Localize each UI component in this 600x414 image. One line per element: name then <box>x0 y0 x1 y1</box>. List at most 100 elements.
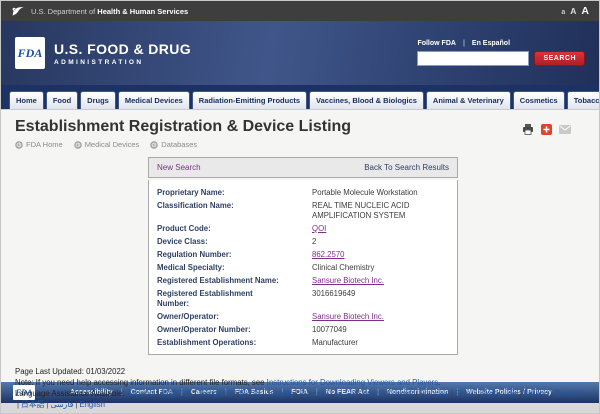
registered-establishment-name-link[interactable]: Sansure Biotech Inc. <box>312 276 384 286</box>
field-value: 3016619649 <box>312 289 355 309</box>
field-value: Portable Molecule Workstation <box>312 188 418 198</box>
breadcrumb-bullet-icon <box>15 141 23 149</box>
tab-home[interactable]: Home <box>9 91 44 109</box>
breadcrumb-label: Medical Devices <box>85 140 140 149</box>
table-row-registered-establishment-number: Registered Establishment Number: 3016619… <box>157 287 449 310</box>
breadcrumb-label: Databases <box>161 140 197 149</box>
field-label: Regulation Number: <box>157 250 312 260</box>
language-link-vietnamese[interactable]: Tiếng Việt <box>192 389 233 398</box>
table-row-owner-operator-number: Owner/Operator Number: 10077049 <box>157 323 449 336</box>
last-updated-text: Page Last Updated: 01/03/2022 <box>15 366 585 377</box>
search-button[interactable]: SEARCH <box>534 51 585 66</box>
field-value: REAL TIME NUCLEIC ACID AMPLIFICATION SYS… <box>312 201 449 221</box>
en-espanol-link[interactable]: En Español <box>472 40 510 47</box>
field-label: Product Code: <box>157 224 312 234</box>
language-link-german[interactable]: Deutsch <box>549 389 584 398</box>
tab-food[interactable]: Food <box>46 91 78 109</box>
table-row-classification-name: Classification Name: REAL TIME NUCLEIC A… <box>157 199 449 222</box>
field-label: Establishment Operations: <box>157 338 312 348</box>
fda-logo-text: FDA <box>18 46 43 61</box>
header-utilities: Follow FDA | En Español SEARCH <box>417 40 585 66</box>
language-link-arabic[interactable]: العربية <box>329 389 356 398</box>
language-link-tagalog[interactable]: Tagalog <box>260 389 293 398</box>
search-input[interactable] <box>417 51 529 66</box>
hhs-branding[interactable]: U.S. Department of Health & Human Servic… <box>11 5 188 18</box>
field-label: Medical Specialty: <box>157 263 312 273</box>
language-assistance-label: Language Assistance Available: <box>15 389 127 398</box>
tab-tobacco-products[interactable]: Tobacco Products <box>567 91 600 109</box>
hhs-department-text: U.S. Department of Health & Human Servic… <box>31 7 188 16</box>
new-search-link[interactable]: New Search <box>157 163 201 172</box>
language-link-english[interactable]: English <box>73 400 105 409</box>
breadcrumb: FDA Home Medical Devices Databases <box>15 140 585 149</box>
language-link-chinese[interactable]: 繁體中文 <box>155 389 192 398</box>
field-label: Owner/Operator Number: <box>157 325 312 335</box>
header-links: Follow FDA | En Español <box>417 40 510 47</box>
language-link-espanol[interactable]: Español <box>127 389 155 398</box>
tab-cosmetics[interactable]: Cosmetics <box>513 91 565 109</box>
agency-subtitle: ADMINISTRATION <box>54 59 191 66</box>
language-link-italian[interactable]: Italiano <box>517 389 548 398</box>
agency-title: U.S. FOOD & DRUG <box>54 41 191 57</box>
language-assistance: Language Assistance Available: Español繁體… <box>15 388 585 410</box>
hhs-eagle-icon <box>11 5 25 18</box>
breadcrumb-bullet-icon <box>150 141 158 149</box>
language-link-portuguese[interactable]: Português <box>476 389 518 398</box>
language-link-polish[interactable]: Polski <box>449 389 476 398</box>
hhs-top-bar: U.S. Department of Health & Human Servic… <box>1 1 599 21</box>
device-listing-table: New Search Back To Search Results Propri… <box>148 157 458 355</box>
field-label: Owner/Operator: <box>157 312 312 322</box>
downloading-viewers-link[interactable]: Instructions for Downloading Viewers and… <box>267 378 438 387</box>
breadcrumb-databases[interactable]: Databases <box>150 140 197 149</box>
tab-animal-veterinary[interactable]: Animal & Veterinary <box>426 91 511 109</box>
hhs-dept-prefix: U.S. Department of <box>31 7 95 16</box>
product-code-link[interactable]: QOI <box>312 224 326 234</box>
field-label: Proprietary Name: <box>157 188 312 198</box>
breadcrumb-bullet-icon <box>74 141 82 149</box>
language-link-kreyol[interactable]: Kreyòl Ayisyen <box>356 389 413 398</box>
hhs-dept-bold: Health & Human Services <box>97 7 188 16</box>
back-to-search-results-link[interactable]: Back To Search Results <box>364 163 449 172</box>
breadcrumb-medical-devices[interactable]: Medical Devices <box>74 140 140 149</box>
page-action-icons <box>522 124 571 135</box>
header-links-separator: | <box>463 40 465 47</box>
fda-header: FDA U.S. FOOD & DRUG ADMINISTRATION Foll… <box>1 21 599 85</box>
regulation-number-link[interactable]: 862.2570 <box>312 250 345 260</box>
formats-note-prefix: Note: If you need help accessing informa… <box>15 378 267 387</box>
language-link-french[interactable]: Français <box>413 389 449 398</box>
email-icon[interactable] <box>559 125 571 134</box>
page-footer-text: Page Last Updated: 01/03/2022 Note: If y… <box>15 366 585 410</box>
table-row-establishment-operations: Establishment Operations: Manufacturer <box>157 336 449 349</box>
tab-drugs[interactable]: Drugs <box>80 91 116 109</box>
page-title: Establishment Registration & Device List… <box>15 118 585 136</box>
agency-name: U.S. FOOD & DRUG ADMINISTRATION <box>54 41 191 66</box>
owner-operator-link[interactable]: Sansure Biotech Inc. <box>312 312 384 322</box>
field-label: Device Class: <box>157 237 312 247</box>
tab-medical-devices[interactable]: Medical Devices <box>118 91 190 109</box>
search-bar: SEARCH <box>417 51 585 66</box>
share-icon[interactable] <box>541 124 552 135</box>
fda-logo[interactable]: FDA <box>15 37 45 69</box>
print-icon[interactable] <box>522 124 534 135</box>
text-size-medium-button[interactable]: A <box>570 6 576 16</box>
formats-note: Note: If you need help accessing informa… <box>15 377 585 388</box>
follow-fda-link[interactable]: Follow FDA <box>417 40 456 47</box>
tab-radiation-emitting-products[interactable]: Radiation-Emitting Products <box>192 91 307 109</box>
table-row-proprietary-name: Proprietary Name: Portable Molecule Work… <box>157 186 449 199</box>
language-link-farsi[interactable]: فارسی <box>44 400 73 409</box>
breadcrumb-fda-home[interactable]: FDA Home <box>15 140 63 149</box>
table-row-device-class: Device Class: 2 <box>157 235 449 248</box>
primary-nav: Home Food Drugs Medical Devices Radiatio… <box>1 85 599 110</box>
language-link-korean[interactable]: 한국어 <box>233 389 261 398</box>
text-size-large-button[interactable]: A <box>581 5 589 17</box>
text-size-small-button[interactable]: a <box>561 9 565 16</box>
tab-vaccines-blood-biologics[interactable]: Vaccines, Blood & Biologics <box>309 91 424 109</box>
field-value: Clinical Chemistry <box>312 263 374 273</box>
language-link-russian[interactable]: Русский <box>294 389 329 398</box>
table-row-regulation-number: Regulation Number: 862.2570 <box>157 248 449 261</box>
breadcrumb-label: FDA Home <box>26 140 63 149</box>
field-label: Classification Name: <box>157 201 312 221</box>
main-content: Establishment Registration & Device List… <box>1 110 599 382</box>
field-label: Registered Establishment Name: <box>157 276 312 286</box>
language-link-japanese[interactable]: 日本語 <box>15 400 44 409</box>
